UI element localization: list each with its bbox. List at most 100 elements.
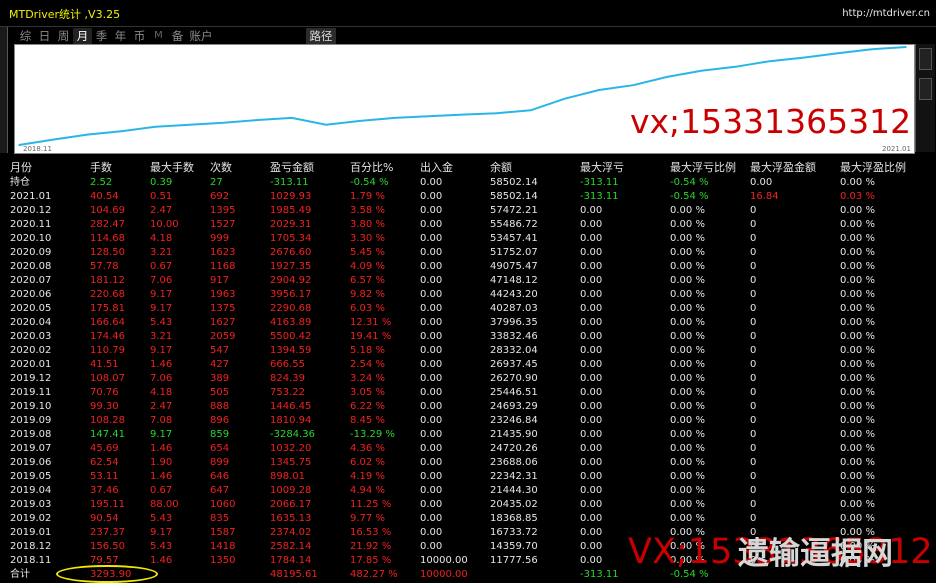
cell-m: 2021.01 (10, 191, 52, 202)
cell-lots: 53.11 (90, 471, 119, 482)
table-row[interactable]: 2020.12 104.69 2.47 1395 1985.49 3.58 % 0.00 57… (0, 204, 936, 218)
tab-2[interactable]: 周 (54, 28, 73, 44)
cell-dep: 10000.00 (420, 555, 468, 566)
tab-0[interactable]: 综 (16, 28, 35, 44)
column-header[interactable]: 盈亏金额 (270, 161, 314, 175)
scroll-up-button[interactable] (919, 48, 932, 70)
table-row[interactable]: 2021.01 40.54 0.51 692 1029.93 1.79 % 0.00 5850… (0, 190, 936, 204)
cell-dep: 10000.00 (420, 569, 468, 580)
cell-bal: 47148.12 (490, 275, 538, 286)
cell-m: 2019.09 (10, 415, 52, 426)
table-row[interactable]: 2019.06 62.54 1.90 899 1345.75 6.02 % 0.00 2368… (0, 456, 936, 470)
table-row[interactable]: 2019.07 45.69 1.46 654 1032.20 4.36 % 0.00 2472… (0, 442, 936, 456)
chart-scrollbar[interactable] (915, 44, 935, 152)
cell-pct: 17.85 % (350, 555, 392, 566)
cell-m: 2020.08 (10, 261, 52, 272)
table-row[interactable]: 2020.04 166.64 5.43 1627 4163.89 12.31 % 0.00 3… (0, 316, 936, 330)
cell-maxlots: 9.17 (150, 289, 173, 300)
cell-mfp: 16.84 (750, 191, 779, 202)
table-row[interactable]: 2020.11 282.47 10.00 1527 2029.31 3.80 % 0.00 5… (0, 218, 936, 232)
column-header[interactable]: 最大浮亏比例 (670, 161, 736, 175)
table-row[interactable]: 2019.08 147.41 9.17 859 -3284.36 -13.29 % 0.00… (0, 428, 936, 442)
column-header[interactable]: 最大浮亏 (580, 161, 624, 175)
cell-mflp: 0.00 % (670, 499, 705, 510)
table-row[interactable]: 持仓 2.52 0.39 27 -313.11 -0.54 % 0.00 58502.14 -3… (0, 176, 936, 190)
table-row[interactable]: 2020.01 41.51 1.46 427 666.55 2.54 % 0.00 26937… (0, 358, 936, 372)
column-header[interactable]: 次数 (210, 161, 232, 175)
tab-1[interactable]: 日 (35, 28, 54, 44)
cell-pl: 1032.20 (270, 443, 312, 454)
column-header[interactable]: 最大手数 (150, 161, 194, 175)
cell-mfp: 0 (750, 485, 757, 496)
table-row[interactable]: 2019.05 53.11 1.46 646 898.01 4.19 % 0.00 22342… (0, 470, 936, 484)
table-row[interactable]: 2020.03 174.46 3.21 2059 5500.42 19.41 % 0.00 3… (0, 330, 936, 344)
cell-lots: 108.28 (90, 415, 125, 426)
cell-mfpp: 0.00 % (840, 415, 875, 426)
cell-lots: 181.12 (90, 275, 125, 286)
column-header[interactable]: 最大浮盈比例 (840, 161, 906, 175)
cell-mfl: -313.11 (580, 191, 619, 202)
cell-dep: 0.00 (420, 303, 443, 314)
cell-mfl: 0.00 (580, 331, 603, 342)
column-header[interactable]: 月份 (10, 161, 32, 175)
tab-6[interactable]: 币 (130, 28, 149, 44)
table-row[interactable]: 2020.06 220.68 9.17 1963 3956.17 9.82 % 0.00 44… (0, 288, 936, 302)
column-header[interactable]: 出入金 (420, 161, 453, 175)
table-row[interactable]: 2019.12 108.07 7.06 389 824.39 3.24 % 0.00 2627… (0, 372, 936, 386)
table-row[interactable]: 2020.08 57.78 0.67 1168 1927.35 4.09 % 0.00 490… (0, 260, 936, 274)
table-row[interactable]: 2019.09 108.28 7.08 896 1810.94 8.45 % 0.00 232… (0, 414, 936, 428)
cell-count: 896 (210, 415, 230, 426)
cell-mfl: 0.00 (580, 205, 603, 216)
table-row[interactable]: 2019.04 37.46 0.67 647 1009.28 4.94 % 0.00 2144… (0, 484, 936, 498)
cell-dep: 0.00 (420, 387, 443, 398)
tab-3[interactable]: 月 (73, 28, 92, 44)
cell-mfpp: 0.00 % (840, 303, 875, 314)
cell-lots: 114.68 (90, 233, 125, 244)
tab-5[interactable]: 年 (111, 28, 130, 44)
cell-pl: 2676.60 (270, 247, 312, 258)
tab-4[interactable]: 季 (92, 28, 111, 44)
cell-m: 2019.12 (10, 373, 52, 384)
cell-maxlots: 3.21 (150, 247, 173, 258)
balance-point (427, 115, 430, 118)
cell-lots: 99.30 (90, 401, 119, 412)
cell-dep: 0.00 (420, 317, 443, 328)
column-header[interactable]: 百分比% (350, 161, 393, 175)
scroll-thumb[interactable] (919, 78, 932, 100)
table-row[interactable]: 2020.05 175.81 9.17 1375 2290.68 6.03 % 0.00 40… (0, 302, 936, 316)
balance-point (188, 123, 191, 126)
tab-8[interactable]: 备 (168, 28, 187, 44)
column-header[interactable]: 余额 (490, 161, 512, 175)
column-header[interactable]: 最大浮盈金额 (750, 161, 816, 175)
cell-m: 2018.12 (10, 541, 52, 552)
route-button[interactable]: 路径 (306, 28, 336, 44)
website-link[interactable]: http://mtdriver.cn (842, 8, 930, 19)
table-row[interactable]: 2020.02 110.79 9.17 547 1394.59 5.18 % 0.00 283… (0, 344, 936, 358)
table-row[interactable]: 2019.11 70.76 4.18 505 753.22 3.05 % 0.00 25446… (0, 386, 936, 400)
tab-7[interactable]: M (149, 28, 168, 44)
table-row[interactable]: 2019.03 195.11 88.00 1060 2066.17 11.25 % 0.00… (0, 498, 936, 512)
table-row[interactable]: 2020.07 181.12 7.06 917 2904.92 6.57 % 0.00 471… (0, 274, 936, 288)
table-row[interactable]: 2020.09 128.50 3.21 1623 2676.60 5.45 % 0.00 51… (0, 246, 936, 260)
period-tabs: 综日周月季年币 M 备账户 (16, 28, 215, 44)
column-header[interactable]: 手数 (90, 161, 112, 175)
cell-pl: 1985.49 (270, 205, 312, 216)
table-row[interactable]: 2019.10 99.30 2.47 888 1446.45 6.22 % 0.00 2469… (0, 400, 936, 414)
balance-point (871, 48, 873, 50)
cell-m: 2019.10 (10, 401, 52, 412)
cell-dep: 0.00 (420, 471, 443, 482)
cell-pct: 3.24 % (350, 373, 385, 384)
table-row[interactable]: 2019.02 90.54 5.43 835 1635.13 9.77 % 0.00 1836… (0, 512, 936, 526)
cell-mfl: 0.00 (580, 387, 603, 398)
cell-bal: 21435.90 (490, 429, 538, 440)
table-row[interactable]: 2020.10 114.68 4.18 999 1705.34 3.30 % 0.00 534… (0, 232, 936, 246)
app-title: MTDriver统计 ,V3.25 (9, 8, 121, 21)
left-splitter[interactable] (0, 27, 8, 153)
cell-pct: 5.18 % (350, 345, 385, 356)
cell-mflp: -0.54 % (670, 191, 709, 202)
x-axis-start-label: 2018.11 (23, 145, 52, 153)
cell-mfp: 0 (750, 429, 757, 440)
cell-mfpp: 0.00 % (840, 177, 875, 188)
cell-maxlots: 5.43 (150, 513, 173, 524)
tab-9[interactable]: 账户 (187, 28, 215, 44)
